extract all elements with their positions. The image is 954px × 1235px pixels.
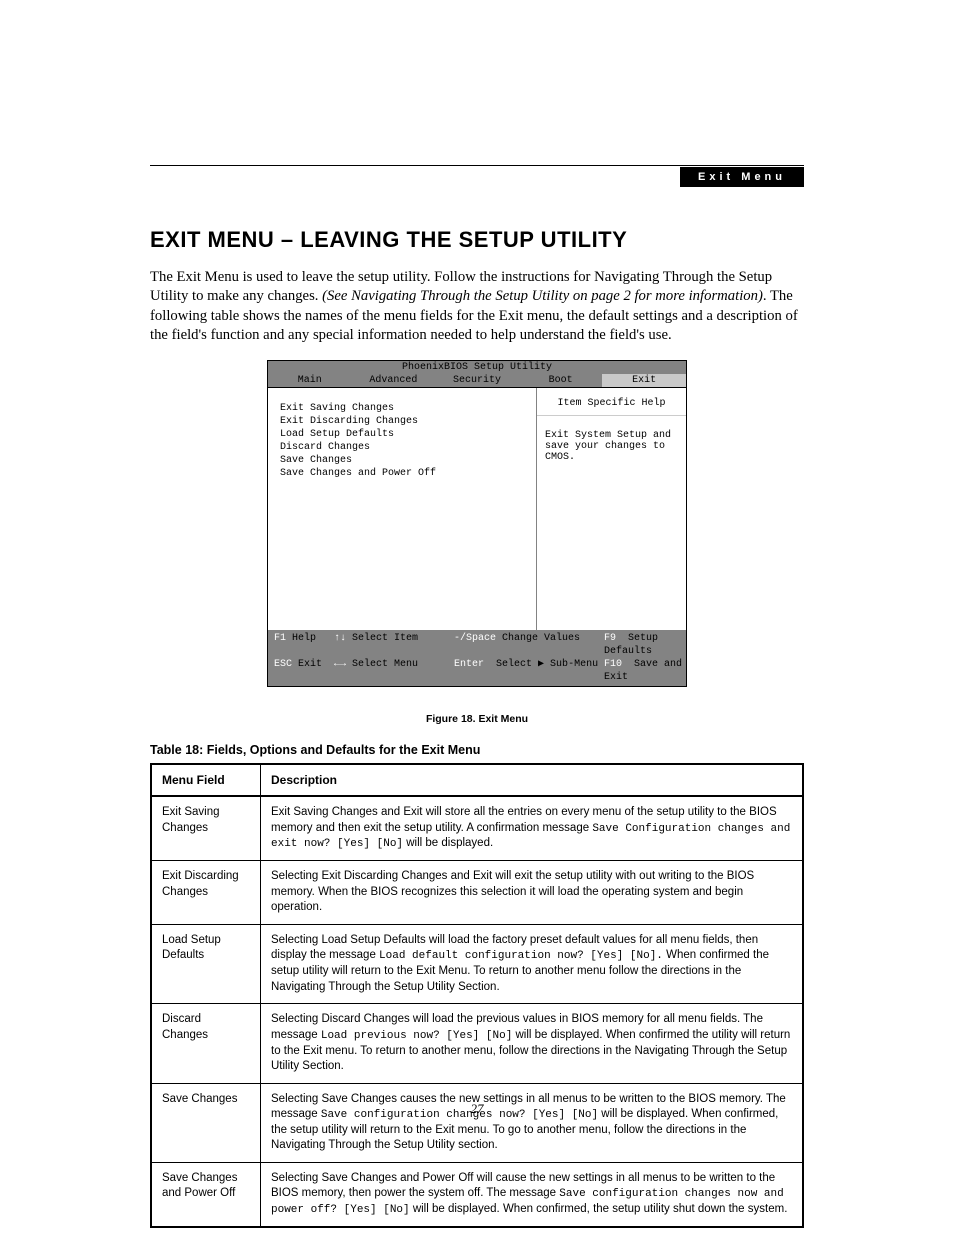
bios-help-text: Exit System Setup and save your changes …: [545, 430, 678, 463]
cell-menu-field: Exit Discarding Changes: [151, 861, 261, 925]
cell-description: Exit Saving Changes and Exit will store …: [261, 796, 804, 861]
table-row: Save Changes and Power OffSelecting Save…: [151, 1162, 803, 1227]
bios-tabs: Main Advanced Security Boot Exit: [268, 374, 686, 387]
desc-text: will be displayed. When confirmed, the s…: [410, 1203, 788, 1215]
tab-main: Main: [268, 374, 352, 387]
key-arrows-ud: ↑↓: [334, 633, 346, 644]
desc-text: will be displayed.: [403, 837, 493, 849]
figure-caption: Figure 18. Exit Menu: [150, 713, 804, 725]
lbl-select-menu: Select Menu: [352, 659, 418, 670]
bios-help-title: Item Specific Help: [545, 398, 678, 409]
key-esc: ESC: [274, 659, 292, 670]
cell-description: Selecting Save Changes and Power Off wil…: [261, 1162, 804, 1227]
bios-option: Load Setup Defaults: [280, 428, 524, 441]
fields-table: Menu Field Description Exit Saving Chang…: [150, 763, 804, 1228]
bios-option: Discard Changes: [280, 441, 524, 454]
key-enter: Enter: [454, 659, 484, 670]
bios-option: Save Changes and Power Off: [280, 467, 524, 480]
cell-description: Selecting Save Changes causes the new se…: [261, 1083, 804, 1162]
bios-screenshot: PhoenixBIOS Setup Utility Main Advanced …: [267, 360, 687, 687]
key-f10: F10: [604, 659, 622, 670]
key-arrows-lr: ←→: [334, 659, 346, 670]
bios-option: Exit Saving Changes: [280, 402, 524, 415]
th-menu-field: Menu Field: [151, 764, 261, 796]
desc-text: Selecting Exit Discarding Changes and Ex…: [271, 870, 754, 913]
page-number: 27: [0, 1101, 954, 1117]
bios-help-pane: Item Specific Help Exit System Setup and…: [536, 388, 686, 630]
table-row: Exit Saving ChangesExit Saving Changes a…: [151, 796, 803, 861]
page-title: EXIT MENU – LEAVING THE SETUP UTILITY: [150, 227, 804, 253]
tab-boot: Boot: [519, 374, 603, 387]
bios-option: Save Changes: [280, 454, 524, 467]
lbl-exit: Exit: [298, 659, 322, 670]
lbl-help: Help: [292, 633, 316, 644]
lbl-select-item: Select Item: [352, 633, 418, 644]
cell-menu-field: Load Setup Defaults: [151, 924, 261, 1003]
cell-menu-field: Save Changes and Power Off: [151, 1162, 261, 1227]
top-rule: [150, 165, 804, 166]
key-space: -/Space: [454, 633, 496, 644]
bios-footer: F1 Help ↑↓ Select Item -/Space Change Va…: [268, 630, 686, 686]
tab-advanced: Advanced: [352, 374, 436, 387]
lbl-submenu: Select ▶ Sub-Menu: [496, 659, 598, 670]
intro-b: (See Navigating Through the Setup Utilit…: [322, 288, 763, 304]
table-row: Load Setup DefaultsSelecting Load Setup …: [151, 924, 803, 1003]
th-description: Description: [261, 764, 804, 796]
section-header: Exit Menu: [680, 167, 804, 187]
cell-menu-field: Save Changes: [151, 1083, 261, 1162]
cell-description: Selecting Load Setup Defaults will load …: [261, 924, 804, 1003]
bios-title: PhoenixBIOS Setup Utility: [268, 361, 686, 374]
tab-security: Security: [435, 374, 519, 387]
cell-menu-field: Discard Changes: [151, 1004, 261, 1083]
key-f9: F9: [604, 633, 616, 644]
table-header-row: Menu Field Description: [151, 764, 803, 796]
table-row: Save ChangesSelecting Save Changes cause…: [151, 1083, 803, 1162]
code-text: Load default configuration now? [Yes] [N…: [379, 950, 663, 962]
table-row: Exit Discarding ChangesSelecting Exit Di…: [151, 861, 803, 925]
key-f1: F1: [274, 633, 286, 644]
table-caption: Table 18: Fields, Options and Defaults f…: [150, 743, 804, 757]
code-text: Load previous now? [Yes] [No]: [321, 1030, 512, 1042]
cell-menu-field: Exit Saving Changes: [151, 796, 261, 861]
cell-description: Selecting Discard Changes will load the …: [261, 1004, 804, 1083]
bios-main-pane: Exit Saving Changes Exit Discarding Chan…: [268, 388, 536, 630]
header-bar: Exit Menu: [150, 167, 804, 187]
lbl-change-values: Change Values: [502, 633, 580, 644]
intro-paragraph: The Exit Menu is used to leave the setup…: [150, 268, 804, 346]
table-row: Discard ChangesSelecting Discard Changes…: [151, 1004, 803, 1083]
tab-exit: Exit: [602, 374, 686, 387]
cell-description: Selecting Exit Discarding Changes and Ex…: [261, 861, 804, 925]
bios-option: Exit Discarding Changes: [280, 415, 524, 428]
